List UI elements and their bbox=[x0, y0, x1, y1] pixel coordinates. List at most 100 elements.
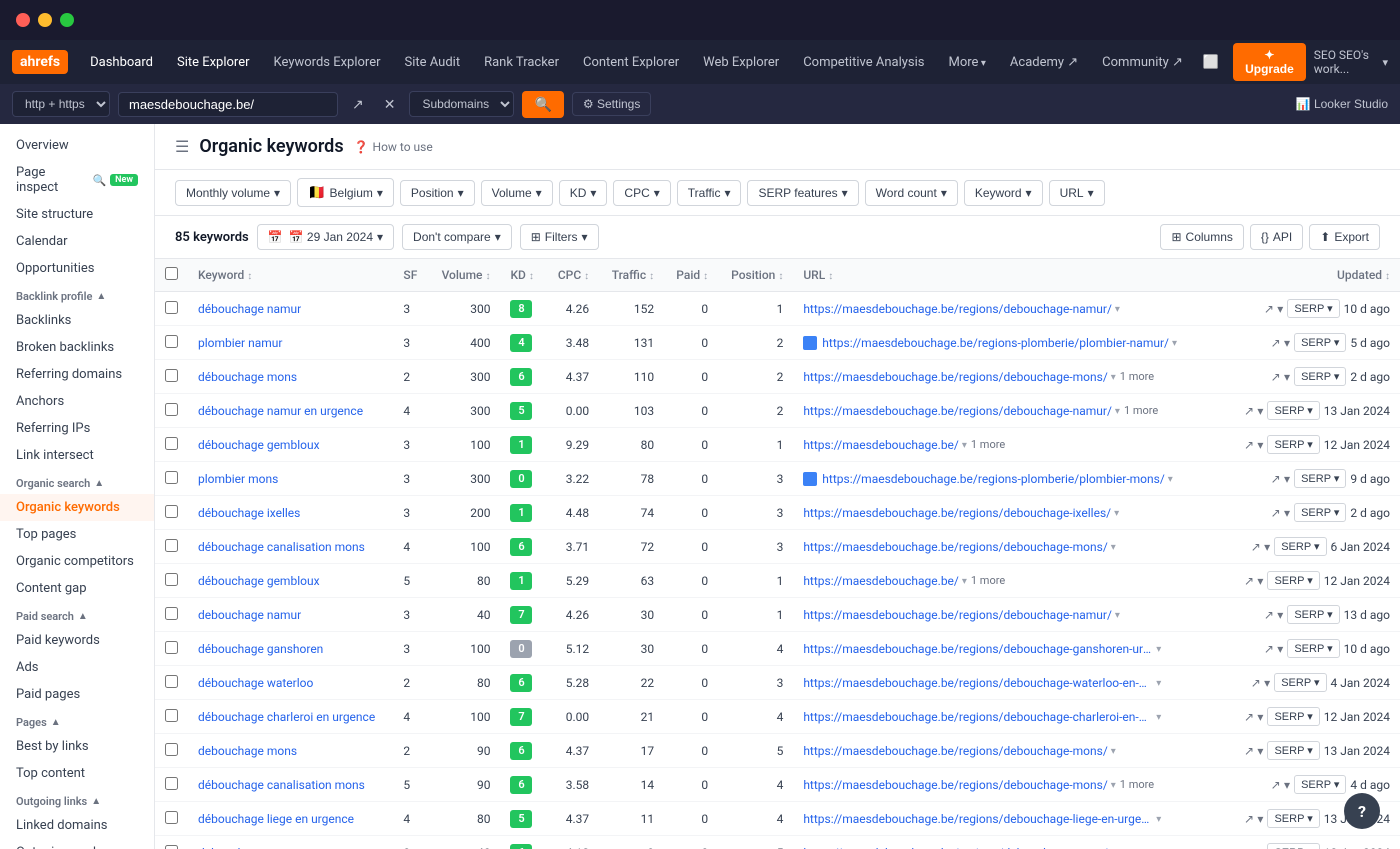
nav-content-explorer[interactable]: Content Explorer bbox=[573, 49, 689, 76]
more-link[interactable]: 1 more bbox=[971, 438, 1005, 451]
nav-competitive-analysis[interactable]: Competitive Analysis bbox=[793, 49, 934, 76]
row-checkbox[interactable] bbox=[165, 403, 178, 416]
nav-more[interactable]: More bbox=[938, 49, 995, 76]
cpc-header[interactable]: CPC ↕ bbox=[546, 259, 599, 292]
sidebar-item-paid-pages[interactable]: Paid pages bbox=[0, 681, 154, 708]
row-checkbox[interactable] bbox=[165, 743, 178, 756]
looker-studio-button[interactable]: 📊 Looker Studio bbox=[1296, 97, 1388, 111]
url-dropdown[interactable]: ▾ bbox=[1111, 372, 1116, 383]
row-checkbox[interactable] bbox=[165, 709, 178, 722]
keyword-link[interactable]: débouchage namur bbox=[198, 302, 301, 316]
traffic-light-red[interactable] bbox=[16, 13, 30, 27]
trend-button[interactable]: ↗ ▾ bbox=[1271, 472, 1290, 486]
settings-button[interactable]: ⚙ Settings bbox=[572, 92, 651, 116]
position-filter[interactable]: Position ▾ bbox=[400, 180, 475, 206]
more-link[interactable]: 1 more bbox=[1120, 370, 1154, 383]
sidebar-item-content-gap[interactable]: Content gap bbox=[0, 575, 154, 602]
row-checkbox[interactable] bbox=[165, 335, 178, 348]
row-checkbox-cell[interactable] bbox=[155, 700, 188, 734]
url-dropdown[interactable]: ▾ bbox=[1111, 780, 1116, 791]
more-link[interactable]: 1 more bbox=[1124, 404, 1158, 417]
url-dropdown[interactable]: ▾ bbox=[962, 440, 967, 451]
nav-rank-tracker[interactable]: Rank Tracker bbox=[474, 49, 569, 76]
sidebar-item-paid-keywords[interactable]: Paid keywords bbox=[0, 627, 154, 654]
row-checkbox[interactable] bbox=[165, 675, 178, 688]
row-checkbox[interactable] bbox=[165, 437, 178, 450]
row-checkbox[interactable] bbox=[165, 845, 178, 849]
keyword-filter[interactable]: Keyword ▾ bbox=[964, 180, 1043, 206]
url-header[interactable]: URL ↕ bbox=[793, 259, 1227, 292]
row-checkbox[interactable] bbox=[165, 301, 178, 314]
row-checkbox-cell[interactable] bbox=[155, 802, 188, 836]
traffic-light-green[interactable] bbox=[60, 13, 74, 27]
traffic-header[interactable]: Traffic ↕ bbox=[599, 259, 664, 292]
url-dropdown[interactable]: ▾ bbox=[1168, 474, 1173, 485]
serp-button[interactable]: SERP ▾ bbox=[1267, 401, 1319, 420]
url-link[interactable]: https://maesdebouchage.be/regions/debouc… bbox=[803, 370, 1107, 384]
sidebar-item-linked-domains[interactable]: Linked domains bbox=[0, 812, 154, 839]
url-link[interactable]: https://maesdebouchage.be/regions/debouc… bbox=[803, 302, 1112, 316]
volume-header[interactable]: Volume ↕ bbox=[429, 259, 501, 292]
keyword-link[interactable]: plombier namur bbox=[198, 336, 282, 350]
row-checkbox-cell[interactable] bbox=[155, 530, 188, 564]
row-checkbox-cell[interactable] bbox=[155, 564, 188, 598]
serp-button[interactable]: SERP ▾ bbox=[1267, 809, 1319, 828]
trend-button[interactable]: ↗ ▾ bbox=[1271, 778, 1290, 792]
keyword-link[interactable]: plombier mons bbox=[198, 472, 278, 486]
row-checkbox[interactable] bbox=[165, 641, 178, 654]
row-checkbox-cell[interactable] bbox=[155, 734, 188, 768]
updated-header[interactable]: Updated ↕ bbox=[1227, 259, 1400, 292]
kd-filter[interactable]: KD ▾ bbox=[559, 180, 608, 206]
sidebar-item-calendar[interactable]: Calendar bbox=[0, 228, 154, 255]
sidebar-item-link-intersect[interactable]: Link intersect bbox=[0, 442, 154, 469]
monitor-icon-btn[interactable]: ⬜ bbox=[1197, 50, 1225, 74]
sf-header[interactable]: SF bbox=[393, 259, 428, 292]
row-checkbox[interactable] bbox=[165, 777, 178, 790]
url-link[interactable]: https://maesdebouchage.be/regions/debouc… bbox=[803, 506, 1111, 520]
trend-button[interactable]: ↗ ▾ bbox=[1244, 438, 1263, 452]
sidebar-item-outgoing-anchors[interactable]: Outgoing anchors bbox=[0, 839, 154, 849]
row-checkbox-cell[interactable] bbox=[155, 836, 188, 849]
url-dropdown[interactable]: ▾ bbox=[1156, 814, 1161, 825]
serp-button[interactable]: SERP ▾ bbox=[1294, 367, 1346, 386]
sidebar-item-site-structure[interactable]: Site structure bbox=[0, 201, 154, 228]
keyword-link[interactable]: débouchage waterloo bbox=[198, 676, 313, 690]
row-checkbox-cell[interactable] bbox=[155, 292, 188, 326]
serp-button[interactable]: SERP ▾ bbox=[1294, 333, 1346, 352]
sidebar-item-overview[interactable]: Overview bbox=[0, 132, 154, 159]
ahrefs-logo[interactable]: ahrefs bbox=[12, 50, 68, 74]
row-checkbox[interactable] bbox=[165, 811, 178, 824]
serp-button[interactable]: SERP ▾ bbox=[1267, 571, 1319, 590]
sidebar-item-page-inspect[interactable]: Page inspect 🔍New bbox=[0, 159, 154, 201]
url-dropdown[interactable]: ▾ bbox=[1114, 508, 1119, 519]
trend-button[interactable]: ↗ ▾ bbox=[1271, 370, 1290, 384]
clear-url-btn[interactable]: ✕ bbox=[378, 94, 402, 115]
nav-keywords-explorer[interactable]: Keywords Explorer bbox=[264, 49, 391, 76]
row-checkbox-cell[interactable] bbox=[155, 394, 188, 428]
row-checkbox-cell[interactable] bbox=[155, 598, 188, 632]
nav-site-explorer[interactable]: Site Explorer bbox=[167, 49, 260, 76]
url-link[interactable]: https://maesdebouchage.be/ bbox=[803, 574, 959, 588]
url-link[interactable]: https://maesdebouchage.be/regions/debouc… bbox=[803, 778, 1107, 792]
url-link[interactable]: https://maesdebouchage.be/regions/debouc… bbox=[803, 710, 1153, 724]
subdomains-select[interactable]: Subdomains bbox=[409, 91, 514, 117]
row-checkbox-cell[interactable] bbox=[155, 496, 188, 530]
trend-button[interactable]: ↗ ▾ bbox=[1244, 404, 1263, 418]
keyword-link[interactable]: debouchage wc mons bbox=[198, 846, 315, 849]
sidebar-item-referring-domains[interactable]: Referring domains bbox=[0, 361, 154, 388]
row-checkbox[interactable] bbox=[165, 505, 178, 518]
serp-button[interactable]: SERP ▾ bbox=[1267, 435, 1319, 454]
row-checkbox-cell[interactable] bbox=[155, 428, 188, 462]
url-dropdown[interactable]: ▾ bbox=[1172, 338, 1177, 349]
row-checkbox-cell[interactable] bbox=[155, 768, 188, 802]
nav-web-explorer[interactable]: Web Explorer bbox=[693, 49, 789, 76]
country-filter[interactable]: 🇧🇪 Belgium ▾ bbox=[297, 178, 394, 207]
open-url-btn[interactable]: ↗ bbox=[346, 94, 370, 115]
keyword-link[interactable]: débouchage mons bbox=[198, 370, 297, 384]
trend-button[interactable]: ↗ ▾ bbox=[1271, 506, 1290, 520]
serp-button[interactable]: SERP ▾ bbox=[1274, 673, 1326, 692]
serp-button[interactable]: SERP ▾ bbox=[1267, 843, 1319, 849]
select-all-checkbox[interactable] bbox=[165, 267, 178, 280]
serp-button[interactable]: SERP ▾ bbox=[1287, 605, 1339, 624]
nav-dashboard[interactable]: Dashboard bbox=[80, 49, 163, 76]
